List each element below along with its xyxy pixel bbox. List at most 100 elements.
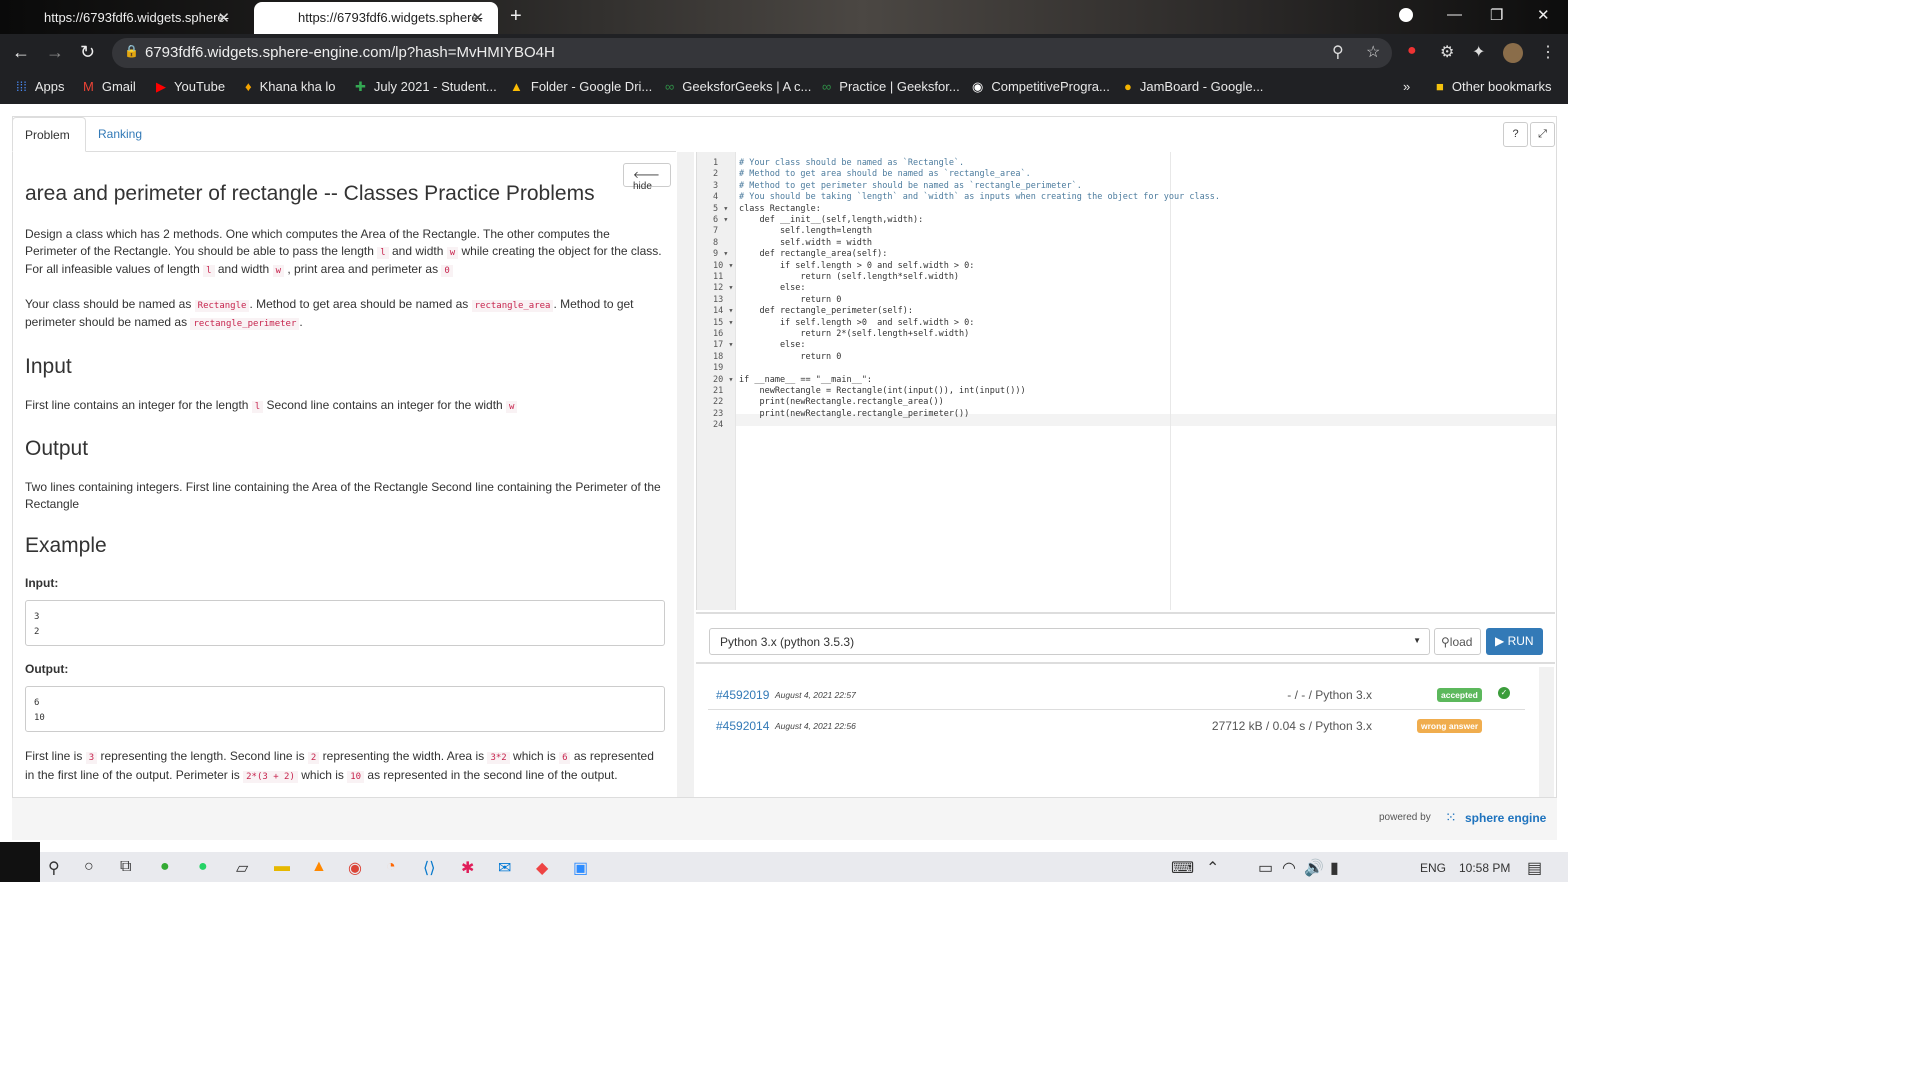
bookmark-gmail[interactable]: M Gmail (83, 79, 136, 94)
app-icon[interactable]: ◆ (536, 858, 548, 878)
run-button[interactable]: ▶ RUN (1486, 628, 1543, 655)
puzzle-icon[interactable]: ✦ (1472, 42, 1485, 62)
file-explorer-icon[interactable]: ▬ (274, 858, 290, 876)
line-number: 15 ▾ (713, 317, 734, 328)
powered-by-text: powered by (1379, 812, 1431, 823)
line-number: 11 (713, 272, 724, 282)
line-number: 1 (713, 158, 719, 168)
profile-dropdown-icon[interactable] (1399, 8, 1413, 22)
line-number: 24 (713, 420, 724, 431)
battery-icon[interactable]: ▭ (1258, 858, 1273, 878)
bookmark-practice[interactable]: ∞ Practice | Geeksfor... (822, 79, 960, 94)
code-line: return 0 (739, 351, 842, 362)
app-icon[interactable]: ● (160, 858, 170, 876)
line-number: 3 (713, 180, 719, 191)
menu-icon[interactable]: ⋮ (1540, 42, 1556, 62)
address-bar[interactable]: 🔒 6793fdf6.widgets.sphere-engine.com/lp?… (112, 38, 1392, 68)
photos-icon[interactable]: ▱ (236, 858, 248, 878)
code-editor[interactable]: 1 # Your class should be named as `Rectan… (696, 152, 1556, 610)
language-indicator[interactable]: ENG (1420, 861, 1446, 875)
close-tab-icon[interactable]: ✕ (217, 9, 230, 27)
code-line: print(newRectangle.rectangle_area()) (739, 397, 944, 408)
vlc-icon[interactable]: ▲ (311, 858, 327, 876)
notification-icon[interactable]: ▤ (1527, 858, 1542, 878)
submission-id-link[interactable]: #4592014 (716, 719, 769, 733)
code-line: return 0 (739, 294, 842, 305)
code-line: self.width = width (739, 237, 873, 248)
code-line: if __name__ == "__main__": (739, 374, 873, 385)
avatar[interactable] (1503, 43, 1523, 63)
line-number: 23 (713, 408, 724, 419)
naming-paragraph: Your class should be named as Rectangle.… (25, 296, 634, 330)
line-number: 4 (713, 192, 719, 203)
back-icon[interactable]: ← (12, 42, 30, 63)
bookmark-khana[interactable]: ♦ Khana kha lo (245, 79, 336, 94)
start-button[interactable] (0, 842, 40, 882)
bookmark-youtube[interactable]: ▶ YouTube (156, 79, 225, 95)
browser-tab-active[interactable]: https://6793fdf6.widgets.sphere- ✕ (254, 2, 498, 34)
status-badge: accepted (1437, 688, 1482, 702)
whatsapp-icon[interactable]: ● (198, 858, 208, 876)
star-icon[interactable]: ☆ (1366, 42, 1380, 62)
zoom-app-icon[interactable]: ▣ (573, 858, 588, 878)
tab-ranking[interactable]: Ranking (86, 117, 154, 152)
load-button[interactable]: ⚲load (1434, 628, 1481, 655)
close-window-icon[interactable]: ✕ (1537, 6, 1550, 24)
bookmark-other[interactable]: ■ Other bookmarks (1436, 79, 1552, 94)
gear-icon[interactable]: ⚙ (1440, 42, 1454, 62)
language-select[interactable]: Python 3.x (python 3.5.3) ▼ (709, 628, 1430, 655)
submission-row: #4592019 August 4, 2021 22:57 - / - / Py… (708, 680, 1525, 710)
reload-icon[interactable]: ↻ (80, 42, 95, 63)
code-line: if self.length > 0 and self.width > 0: (739, 260, 975, 271)
cortana-icon[interactable]: ○ (84, 858, 94, 876)
volume-icon[interactable]: 🔊 (1304, 858, 1324, 878)
chevron-up-icon[interactable]: ⌃ (1206, 858, 1219, 878)
search-icon[interactable]: ⚲ (48, 858, 60, 878)
input-heading: Input (25, 354, 72, 378)
keyboard-icon[interactable]: ⌨ (1171, 858, 1194, 878)
bookmark-cp[interactable]: ◉ CompetitiveProgra... (972, 79, 1110, 95)
line-number: 21 (713, 386, 724, 396)
browser-tab[interactable]: https://6793fdf6.widgets.sphere- ✕ (0, 2, 244, 34)
mail-icon[interactable]: ✉ (498, 858, 511, 878)
bookmark-jamboard[interactable]: ● JamBoard - Google... (1124, 79, 1263, 94)
bookmark-drive[interactable]: ▲ Folder - Google Dri... (510, 79, 652, 94)
slack-icon[interactable]: ✱ (461, 858, 474, 878)
tab-problem[interactable]: Problem (12, 117, 86, 152)
restore-icon[interactable]: ❐ (1490, 6, 1503, 24)
tab-title: https://6793fdf6.widgets.sphere- (44, 10, 230, 25)
line-number: 2 (713, 169, 719, 180)
problem-statement: area and perimeter of rectangle -- Class… (25, 180, 665, 793)
url-text: 6793fdf6.widgets.sphere-engine.com/lp?ha… (145, 44, 555, 61)
more-bookmarks-icon[interactable]: » (1403, 79, 1410, 94)
extension-icon[interactable]: ● (1407, 42, 1417, 60)
bookmark-july[interactable]: ✚ July 2021 - Student... (355, 79, 497, 95)
code-line: self.length=length (739, 226, 873, 237)
widget-footer: powered by ⁙ sphere engine (12, 797, 1557, 840)
vscode-icon[interactable]: ⟨⟩ (423, 858, 435, 878)
bookmark-apps[interactable]: ⁞⁞⁞ Apps (16, 79, 64, 94)
check-circle-icon: ✓ (1498, 687, 1510, 699)
mic-icon[interactable]: ▮ (1330, 858, 1339, 878)
clock[interactable]: 10:58 PM (1459, 861, 1510, 875)
task-view-icon[interactable]: ⧉ (120, 858, 131, 876)
bookmark-gfg[interactable]: ∞ GeeksforGeeks | A c... (665, 79, 811, 94)
help-button[interactable]: ? (1503, 122, 1528, 147)
wifi-icon[interactable]: ◠ (1282, 858, 1296, 878)
submission-id-link[interactable]: #4592019 (716, 688, 769, 702)
minimize-icon[interactable]: — (1447, 6, 1462, 23)
app-icon[interactable]: ◔ (386, 858, 396, 876)
tab-title: https://6793fdf6.widgets.sphere- (298, 10, 484, 25)
new-tab-icon[interactable]: + (510, 5, 522, 28)
code-line: # Your class should be named as `Rectang… (739, 158, 965, 168)
submissions-scrollbar[interactable] (1539, 667, 1554, 797)
expand-button[interactable]: ⤢ (1530, 122, 1555, 147)
sphere-engine-brand[interactable]: sphere engine (1465, 811, 1546, 825)
problem-scrollbar[interactable] (677, 152, 694, 797)
close-tab-icon[interactable]: ✕ (471, 9, 484, 27)
forward-icon[interactable]: → (46, 42, 64, 63)
chrome-icon[interactable]: ◉ (348, 858, 362, 878)
zoom-icon[interactable]: ⚲ (1332, 42, 1344, 62)
code-line: def __init__(self,length,width): (739, 215, 924, 225)
line-number: 14 ▾ (713, 306, 734, 317)
